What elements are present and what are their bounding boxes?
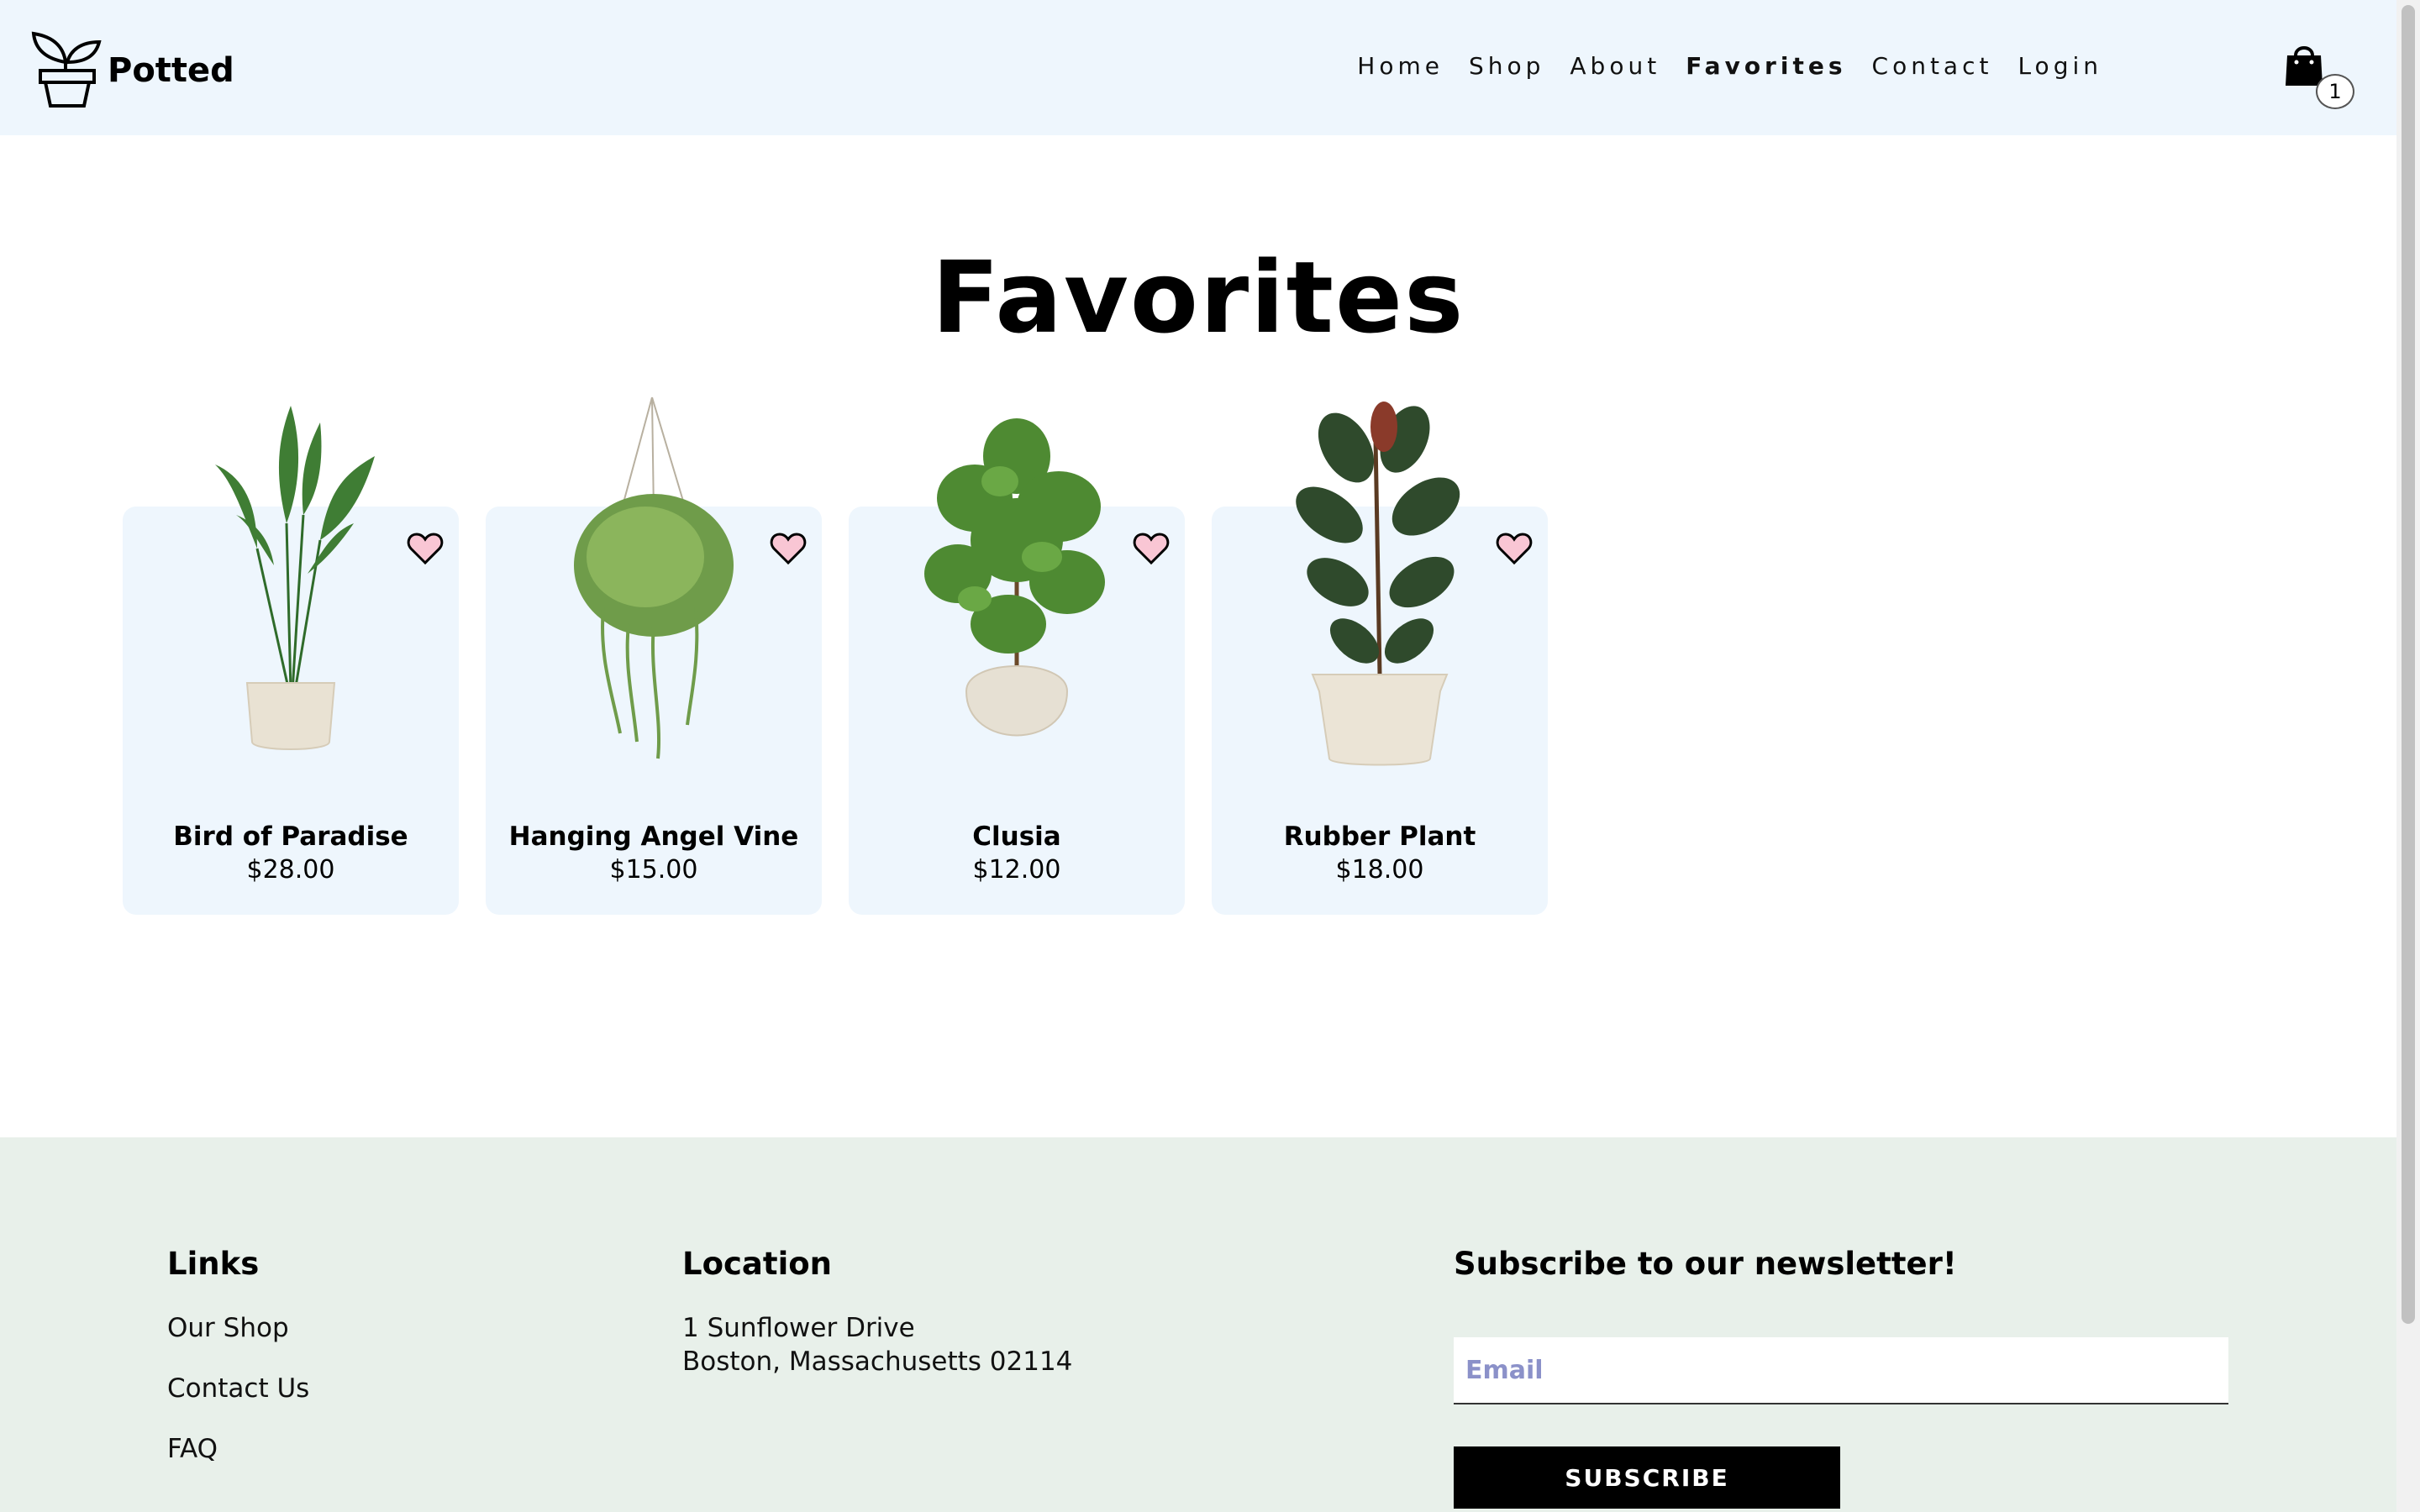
shopping-bag-icon [2286, 46, 2323, 86]
product-card[interactable]: Rubber Plant $18.00 [1212, 402, 1548, 915]
scrollbar-thumb[interactable] [2402, 5, 2415, 1324]
brand-logo[interactable]: Potted [30, 30, 234, 108]
product-name[interactable]: Hanging Angel Vine [486, 822, 822, 852]
address-line-2: Boston, Massachusetts 02114 [682, 1347, 1073, 1377]
product-price: $15.00 [609, 855, 698, 885]
newsletter-heading: Subscribe to our newsletter! [1454, 1246, 1957, 1282]
page-scrollbar[interactable] [2396, 0, 2420, 1512]
brand-name: Potted [108, 51, 234, 90]
cart-count-badge: 1 [2316, 74, 2354, 109]
heart-icon[interactable] [1496, 532, 1533, 565]
main-nav: Home Shop About Favorites Contact Login [1332, 52, 2102, 80]
cart-button[interactable]: 1 [2284, 42, 2354, 109]
nav-home[interactable]: Home [1357, 52, 1444, 80]
product-price: $12.00 [972, 855, 1061, 885]
heart-icon[interactable] [407, 532, 444, 565]
subscribe-button[interactable]: SUBSCRIBE [1454, 1446, 1840, 1509]
site-footer [0, 1137, 2396, 1512]
product-card[interactable]: Hanging Angel Vine $15.00 [486, 396, 822, 915]
heart-icon[interactable] [770, 532, 807, 565]
nav-login[interactable]: Login [2018, 52, 2102, 80]
clusia-plant-image [924, 418, 1105, 737]
product-card[interactable]: Clusia $12.00 [849, 418, 1185, 915]
nav-favorites[interactable]: Favorites [1686, 52, 1846, 80]
product-name[interactable]: Clusia [849, 822, 1185, 852]
nav-shop[interactable]: Shop [1469, 52, 1544, 80]
footer-location-heading: Location [682, 1246, 833, 1282]
nav-about[interactable]: About [1570, 52, 1660, 80]
product-name[interactable]: Bird of Paradise [123, 822, 459, 852]
address-line-1: 1 Sunflower Drive [682, 1313, 915, 1343]
footer-links-heading: Links [167, 1246, 260, 1282]
page-title: Favorites [931, 239, 1465, 355]
product-price: $28.00 [246, 855, 335, 885]
heart-icon[interactable] [1133, 532, 1170, 565]
nav-contact[interactable]: Contact [1872, 52, 1993, 80]
footer-link-contact-us[interactable]: Contact Us [167, 1373, 309, 1404]
rubber-plant-image [1296, 402, 1460, 766]
footer-link-faq[interactable]: FAQ [167, 1434, 218, 1464]
footer-link-our-shop[interactable]: Our Shop [167, 1313, 289, 1343]
product-name[interactable]: Rubber Plant [1212, 822, 1548, 852]
product-card[interactable]: Bird of Paradise $28.00 [123, 406, 459, 915]
product-price: $18.00 [1335, 855, 1424, 885]
bird-of-paradise-plant-image [215, 406, 375, 750]
email-field[interactable] [1454, 1337, 2228, 1404]
hanging-angel-vine-plant-image [574, 396, 734, 759]
plant-pot-logo-icon [31, 31, 102, 108]
site-header: Potted Home Shop About Favorites Contact… [0, 0, 2396, 135]
